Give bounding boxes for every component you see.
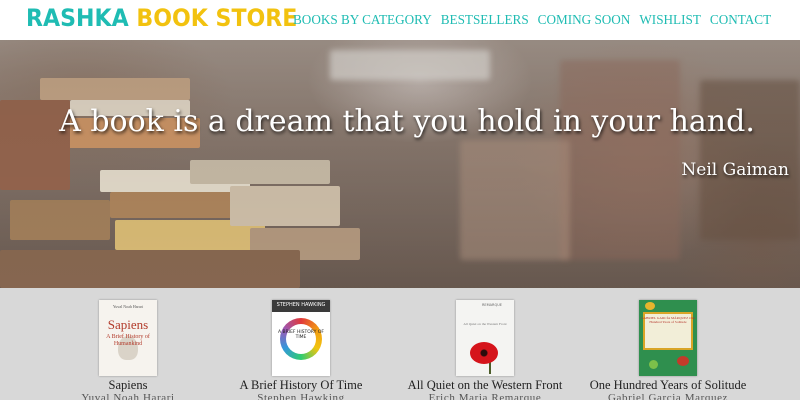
- main-nav: BOOKS BY CATEGORY BESTSELLERS COMING SOO…: [293, 11, 771, 29]
- book-card-brief-history[interactable]: STEPHEN HAWKING A BRIEF HISTORY OF TIME …: [206, 300, 396, 400]
- cover-leaf: [677, 356, 689, 366]
- nav-contact[interactable]: CONTACT: [710, 11, 771, 29]
- hero-quote: A book is a dream that you hold in your …: [59, 104, 755, 139]
- cover-leaf: [645, 302, 655, 310]
- book-cover-all-quiet[interactable]: REMARQUE All Quiet on the Western Front: [456, 300, 514, 376]
- book-author: Stephen Hawking: [257, 392, 345, 400]
- book-author: Yuval Noah Harari: [81, 392, 175, 400]
- cover-subtitle: A Brief History of Humankind: [106, 334, 150, 347]
- nav-wishlist[interactable]: WISHLIST: [639, 11, 701, 29]
- cover-poppy: [470, 342, 498, 364]
- store-logo[interactable]: RASHKA BOOK STORE: [26, 3, 297, 33]
- book-cover-hundred-years[interactable]: GABRIEL GARCÍA MÁRQUEZ One Hundred Years…: [639, 300, 697, 376]
- nav-coming-soon[interactable]: COMING SOON: [538, 11, 631, 29]
- hero-overlay: [0, 40, 800, 288]
- book-title[interactable]: A Brief History Of Time: [206, 378, 396, 392]
- cover-author: STEPHEN HAWKING: [276, 302, 326, 308]
- logo-book-store: BOOK STORE: [136, 4, 298, 32]
- cover-author: Yuval Noah Harari: [112, 304, 144, 309]
- book-title[interactable]: Sapiens: [33, 378, 223, 392]
- cover-title: All Quiet on the Western Front: [463, 322, 507, 326]
- book-title[interactable]: One Hundred Years of Solitude: [573, 378, 763, 392]
- book-cover-brief-history[interactable]: STEPHEN HAWKING A BRIEF HISTORY OF TIME: [272, 300, 330, 376]
- hero-quote-author: Neil Gaiman: [681, 160, 789, 180]
- book-card-hundred-years[interactable]: GABRIEL GARCÍA MÁRQUEZ One Hundred Years…: [573, 300, 763, 400]
- cover-title: Sapiens: [107, 317, 149, 332]
- logo-rashka: RASHKA: [26, 4, 129, 32]
- hero-banner: A book is a dream that you hold in your …: [0, 40, 800, 288]
- book-author: Erich Maria Remarque: [428, 392, 542, 400]
- cover-title: A BRIEF HISTORY OF TIME: [278, 330, 324, 340]
- cover-leaf: [649, 360, 658, 369]
- book-card-sapiens[interactable]: Yuval Noah Harari Sapiens A Brief Histor…: [33, 300, 223, 400]
- book-author: Gabriel Garcia Marquez: [607, 392, 729, 400]
- book-title[interactable]: All Quiet on the Western Front: [390, 378, 580, 392]
- featured-books: Yuval Noah Harari Sapiens A Brief Histor…: [0, 288, 800, 400]
- cover-title: GABRIEL GARCÍA MÁRQUEZ One Hundred Years…: [640, 316, 696, 324]
- book-card-all-quiet[interactable]: REMARQUE All Quiet on the Western Front …: [390, 300, 580, 400]
- nav-bestsellers[interactable]: BESTSELLERS: [441, 11, 529, 29]
- book-cover-sapiens[interactable]: Yuval Noah Harari Sapiens A Brief Histor…: [99, 300, 157, 376]
- cover-author: REMARQUE: [482, 303, 503, 307]
- nav-books-by-category[interactable]: BOOKS BY CATEGORY: [293, 11, 432, 29]
- site-header: RASHKA BOOK STORE BOOKS BY CATEGORY BEST…: [0, 0, 800, 40]
